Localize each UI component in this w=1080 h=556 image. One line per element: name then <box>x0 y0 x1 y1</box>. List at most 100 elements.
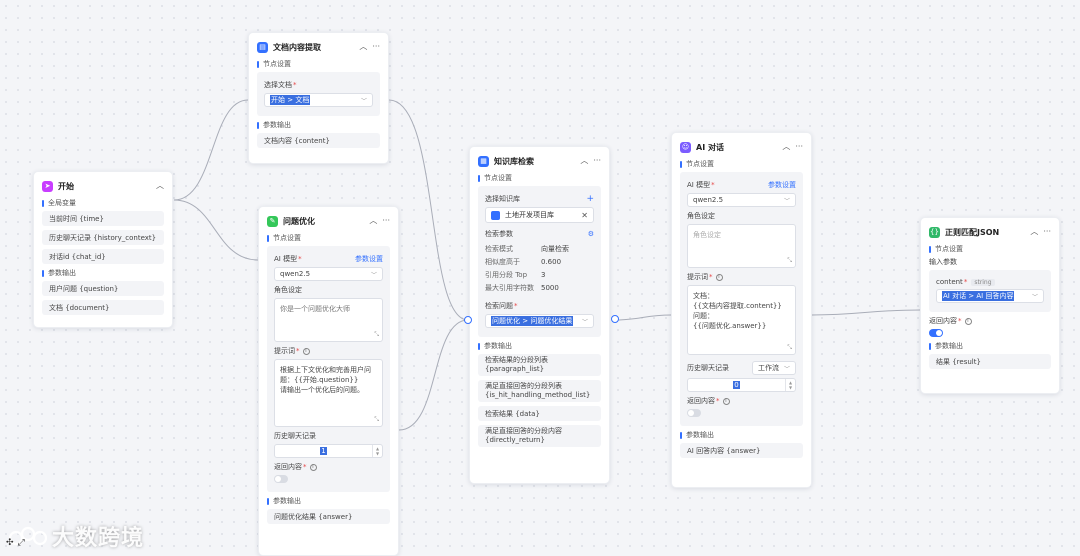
global-var: 当前时间 {time} <box>42 211 164 226</box>
output-var: 满足直接回答的分段内容 {directly_return} <box>478 425 601 447</box>
section-settings: 节点设置 <box>267 233 390 243</box>
node-opt-header[interactable]: ✎ 问题优化 ︿ ··· <box>267 213 390 229</box>
field-label: 输入参数 <box>929 258 957 266</box>
node-start[interactable]: ➤ 开始 ︿ 全局变量 当前时间 {time} 历史聊天记录 {history_… <box>33 171 173 328</box>
add-kb-button[interactable]: + <box>586 194 594 204</box>
node-json-header[interactable]: {} 正则匹配JSON ︿ ··· <box>929 224 1051 240</box>
section-globals: 全局变量 <box>42 198 164 208</box>
more-icon[interactable]: ··· <box>795 143 803 151</box>
field-label: 返回内容 * i <box>929 316 1051 326</box>
prompt-textarea[interactable]: 文档： {{文档内容提取.content}} 问题： {{问题优化.answer… <box>687 285 796 355</box>
kb-chip[interactable]: 土地开发项目库 ✕ <box>485 207 594 223</box>
fit-view-icon[interactable]: ⤢ <box>18 538 25 548</box>
connection-handle[interactable] <box>464 316 472 324</box>
field-label: 检索问题 * <box>485 302 518 310</box>
node-ai-header[interactable]: ☺ AI 对话 ︿ ··· <box>680 139 803 155</box>
ai-chat-icon: ☺ <box>680 141 691 153</box>
return-toggle[interactable] <box>929 329 943 337</box>
prompt-textarea[interactable]: 根据上下文优化和完善用户问 题：{{开始.question}} 请输出一个优化后… <box>274 359 383 427</box>
model-select[interactable]: qwen2.5 ﹀ <box>687 193 796 207</box>
global-var: 对话id {chat_id} <box>42 249 164 264</box>
node-question-opt[interactable]: ✎ 问题优化 ︿ ··· 节点设置 AI 模型 * 参数设置 qwen2.5 ﹀ 角色… <box>258 206 399 556</box>
field-label: 提示词 * i <box>687 272 796 282</box>
edge-opt-kb <box>398 319 469 431</box>
field-label: 历史聊天记录 <box>274 432 316 440</box>
node-kb-search[interactable]: ▦ 知识库检索 ︿ ··· 节点设置 选择知识库 + 土地开发项目库 ✕ 检索参数 ⚙… <box>469 146 610 484</box>
chevron-down-icon: ﹀ <box>783 365 790 373</box>
return-toggle[interactable] <box>687 409 701 417</box>
role-textarea[interactable]: 角色设定 ⤡ <box>687 224 796 268</box>
collapse-icon[interactable]: ︿ <box>156 182 164 190</box>
output-var: AI 回答内容 {answer} <box>680 443 803 458</box>
field-label: 角色设定 <box>274 286 302 294</box>
history-stepper[interactable]: 0 ▲ ▼ <box>687 378 796 392</box>
field-label: 选择文档 * <box>264 81 297 89</box>
info-icon[interactable]: i <box>302 347 310 355</box>
resize-icon[interactable]: ⤡ <box>787 344 792 353</box>
field-label: 提示词 * i <box>274 346 383 356</box>
more-icon[interactable]: ··· <box>593 157 601 165</box>
chevron-down-icon: ﹀ <box>370 271 377 279</box>
history-stepper[interactable]: 1 ▲ ▼ <box>274 444 383 458</box>
collapse-icon[interactable]: ︿ <box>580 157 588 165</box>
node-doc-header[interactable]: ▤ 文档内容提取 ︿ ··· <box>257 39 380 55</box>
history-mode-select[interactable]: 工作流 ﹀ <box>752 361 796 375</box>
question-select[interactable]: 问题优化 > 问题优化结果 ﹀ <box>485 314 594 328</box>
info-icon[interactable]: i <box>964 317 972 325</box>
type-badge: string <box>971 278 995 286</box>
output-var: 文档 {document} <box>42 300 164 315</box>
output-var: 满足直接回答的分段列表 {is_hit_handling_method_list… <box>478 380 601 402</box>
watermark-text: 大数跨境 <box>52 526 145 551</box>
return-toggle[interactable] <box>274 475 288 483</box>
settings-panel: 选择文档 * 开始 > 文档 ﹀ <box>257 72 380 116</box>
resize-icon[interactable]: ⤡ <box>787 257 792 266</box>
zoom-in-icon[interactable]: ✣ <box>6 538 14 548</box>
info-icon[interactable]: i <box>715 273 723 281</box>
param-row: 相似度高于 0.600 <box>485 257 562 266</box>
more-icon[interactable]: ··· <box>372 43 380 51</box>
field-label: 历史聊天记录 工作流 ﹀ <box>687 361 796 375</box>
param-settings-link[interactable]: 参数设置 <box>768 180 796 190</box>
section-settings: 节点设置 <box>680 159 803 169</box>
role-textarea[interactable]: 你是一个问题优化大师 ⤡ <box>274 298 383 342</box>
edge-start-opt <box>173 199 259 261</box>
content-select[interactable]: AI 对话 > AI 回答内容 ﹀ <box>936 289 1044 303</box>
collapse-icon[interactable]: ︿ <box>369 217 377 225</box>
output-var: 检索结果的分段列表 {paragraph_list} <box>478 354 601 376</box>
param-settings-link[interactable]: 参数设置 <box>355 254 383 264</box>
field-label: 角色设定 <box>687 212 715 220</box>
down-arrow-icon[interactable]: ▼ <box>376 451 379 456</box>
info-icon[interactable]: i <box>722 397 730 405</box>
gear-icon[interactable]: ⚙ <box>588 230 594 238</box>
info-icon[interactable]: i <box>309 463 317 471</box>
connection-handle[interactable] <box>611 315 619 323</box>
param-row: 引用分段 Top 3 <box>485 270 546 279</box>
chevron-down-icon: ﹀ <box>1031 293 1038 301</box>
document-icon: ▤ <box>257 41 268 53</box>
chat-optimize-icon: ✎ <box>267 215 278 227</box>
output-var: 问题优化结果 {answer} <box>267 509 390 524</box>
param-row: 检索模式 向量检索 <box>485 244 569 253</box>
node-start-header[interactable]: ➤ 开始 ︿ <box>42 178 164 194</box>
chevron-down-icon: ﹀ <box>783 197 790 205</box>
cursor-icon: ➤ <box>42 180 53 192</box>
section-output: 参数输出 <box>257 120 380 130</box>
node-doc-extract[interactable]: ▤ 文档内容提取 ︿ ··· 节点设置 选择文档 * 开始 > 文档 ﹀ 参数输出 … <box>248 32 389 164</box>
node-kb-header[interactable]: ▦ 知识库检索 ︿ ··· <box>478 153 601 169</box>
collapse-icon[interactable]: ︿ <box>359 43 367 51</box>
canvas-controls: ✣ ⤢ <box>6 538 25 548</box>
collapse-icon[interactable]: ︿ <box>1030 228 1038 236</box>
node-ai-chat[interactable]: ☺ AI 对话 ︿ ··· 节点设置 AI 模型 * 参数设置 qwen2.5 ﹀ 角… <box>671 132 812 488</box>
document-select[interactable]: 开始 > 文档 ﹀ <box>264 93 373 107</box>
close-icon[interactable]: ✕ <box>581 211 588 220</box>
node-title: AI 对话 <box>696 142 724 152</box>
down-arrow-icon[interactable]: ▼ <box>789 385 792 390</box>
resize-icon[interactable]: ⤡ <box>374 331 379 340</box>
node-regex-json[interactable]: {} 正则匹配JSON ︿ ··· 节点设置 输入参数 content * stri… <box>920 217 1060 394</box>
model-select[interactable]: qwen2.5 ﹀ <box>274 267 383 281</box>
more-icon[interactable]: ··· <box>1043 228 1051 236</box>
more-icon[interactable]: ··· <box>382 217 390 225</box>
collapse-icon[interactable]: ︿ <box>782 143 790 151</box>
resize-icon[interactable]: ⤡ <box>374 416 379 425</box>
field-label: 返回内容 * i <box>274 462 383 472</box>
